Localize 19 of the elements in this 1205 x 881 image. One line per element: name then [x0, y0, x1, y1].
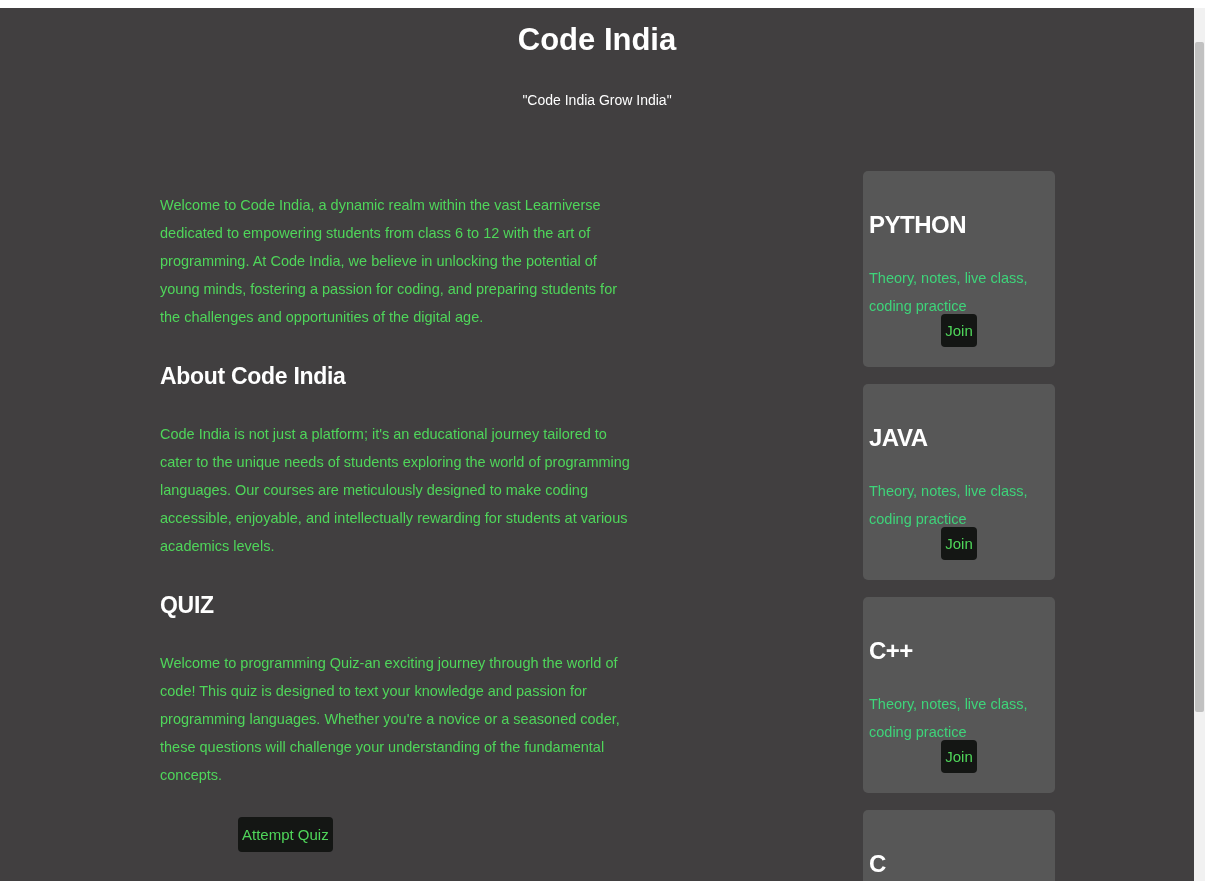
attempt-quiz-button[interactable]: Attempt Quiz: [238, 817, 333, 852]
tagline: "Code India Grow India": [522, 92, 672, 108]
paragraph: Welcome to programming Quiz-an exciting journey through the world of code! This quiz is designed to text your knowledge and passion for programming languages. Whether you're a novice or a seasoned coder, these questions will challenge your understanding of the fundamental concepts.: [160, 654, 621, 785]
course-title: PYTHON: [869, 211, 967, 239]
scrollbar-thumb[interactable]: [1195, 42, 1204, 712]
paragraph: Welcome to Code India, a dynamic realm within the vast Learniverse dedicated to empowering students from class 6 to 12 with the art of programming. At Code India, we believe in unlocking the potential of young minds, fostering a passion for coding, and preparing students for the challenges and opportunities of the digital age.: [160, 196, 619, 327]
course-description: Theory, notes, live class, coding practice: [869, 695, 1029, 742]
join-button[interactable]: Join: [941, 527, 977, 560]
course-description: Theory, notes, live class, coding practice: [869, 269, 1029, 316]
join-button[interactable]: Join: [941, 314, 977, 347]
course-title: JAVA: [869, 424, 929, 452]
section-heading: About Code India: [160, 363, 347, 390]
course-title: C++: [869, 637, 914, 665]
join-button[interactable]: Join: [941, 740, 977, 773]
site-title: Code India: [517, 22, 677, 58]
paragraph: Code India is not just a platform; it's an educational journey tailored to cater to the unique needs of students exploring the world of programming languages. Our courses are meticulously designed to make coding accessible, enjoyable, and intellectually rewarding for students at various academics levels.: [160, 425, 631, 556]
course-title: C: [869, 850, 887, 878]
section-heading: QUIZ: [160, 592, 215, 619]
course-description: Theory, notes, live class, coding practice: [869, 482, 1029, 529]
